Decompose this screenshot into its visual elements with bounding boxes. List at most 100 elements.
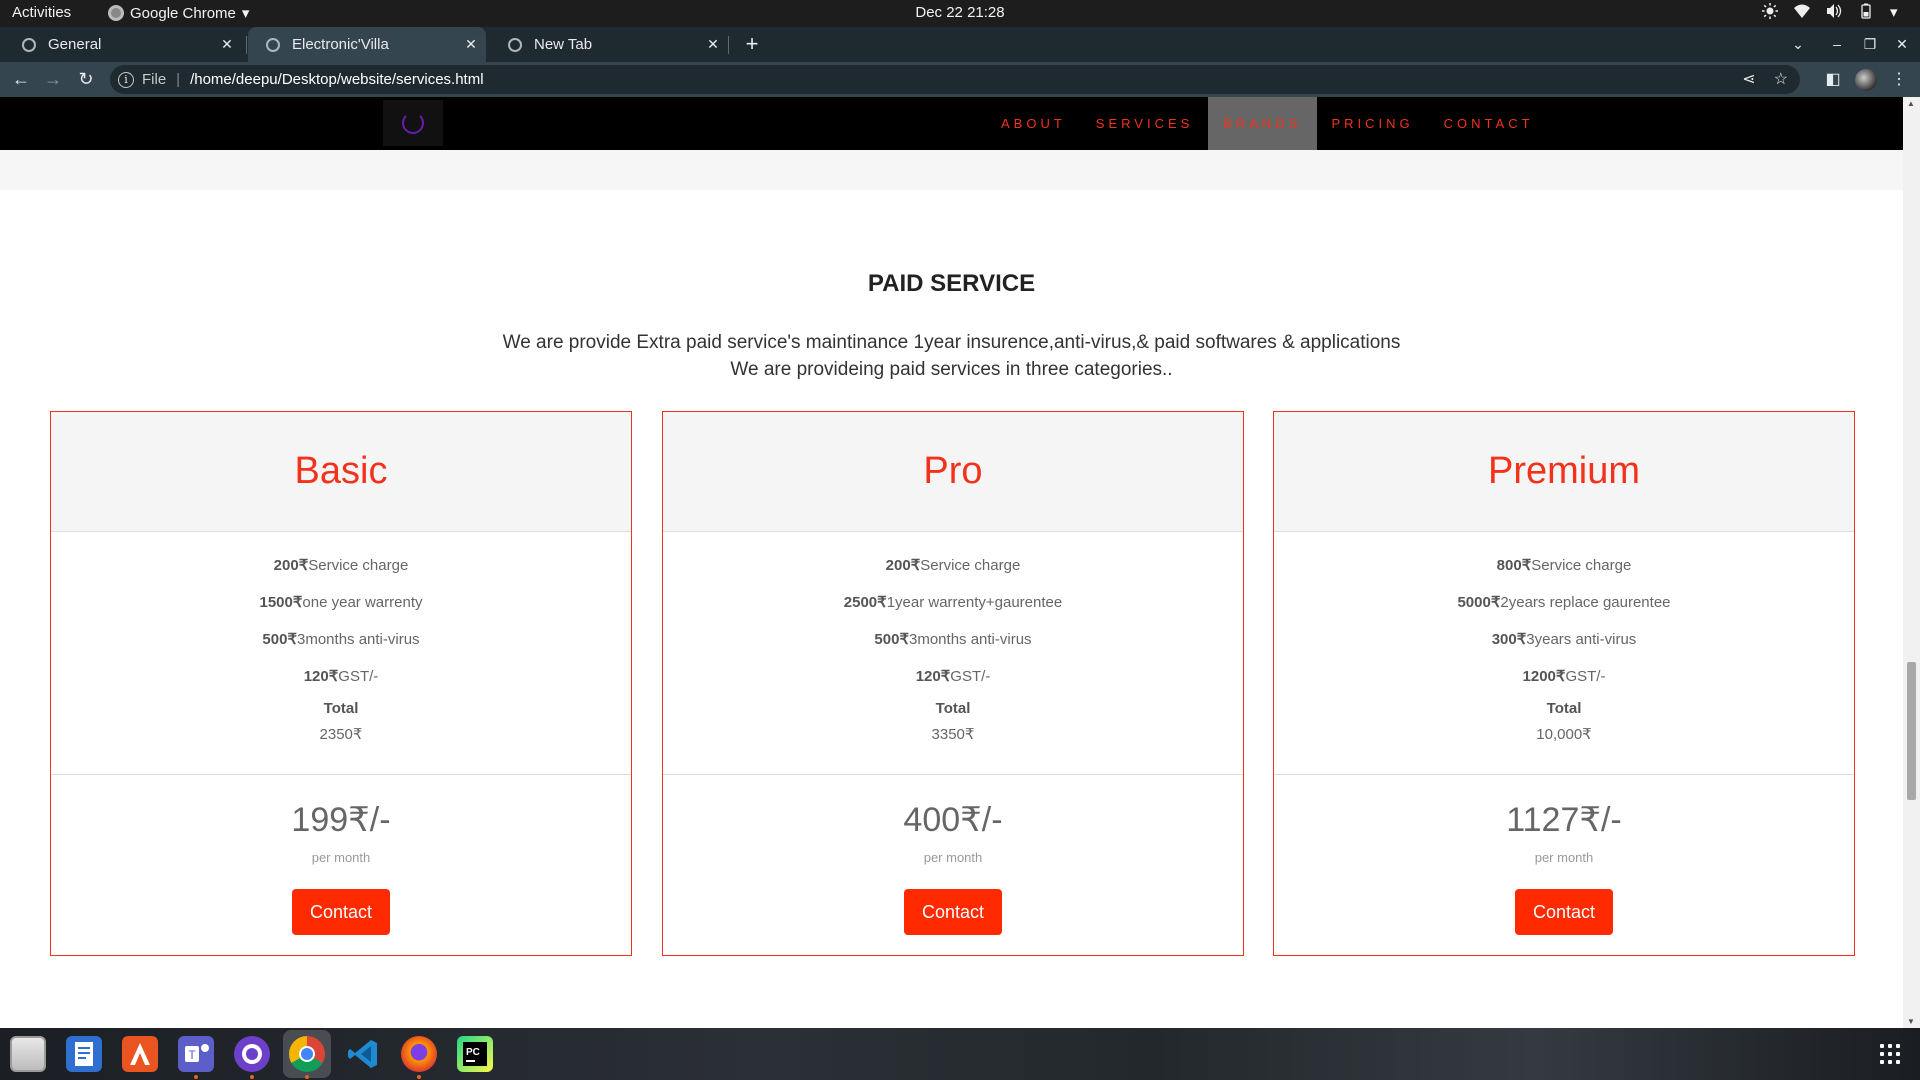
feature-text: one year warrenty — [302, 594, 423, 611]
plan-features: 200₹Service charge 1500₹one year warrent… — [51, 532, 631, 775]
activities-button[interactable]: Activities — [12, 4, 71, 21]
nav-link-contact[interactable]: CONTACT — [1429, 97, 1549, 150]
feature-amount: 500₹ — [874, 631, 909, 648]
url-divider: | — [176, 71, 181, 88]
tab-label: New Tab — [534, 36, 593, 53]
site-logo[interactable] — [383, 100, 443, 146]
tab-search-icon[interactable]: ⌄ — [1783, 27, 1813, 62]
taskbar-dock: T PC — [0, 1028, 1920, 1080]
close-window-icon[interactable]: ✕ — [1887, 27, 1917, 62]
teams-icon[interactable]: T — [178, 1036, 214, 1072]
firefox-icon[interactable] — [401, 1036, 437, 1072]
github-desktop-icon[interactable] — [234, 1036, 270, 1072]
reload-icon[interactable]: ↻ — [71, 62, 101, 97]
tab-label: General — [48, 36, 102, 53]
total-value: 10,000₹ — [1536, 726, 1592, 743]
feature-item: 120₹GST/- — [663, 658, 1243, 695]
app-menu[interactable]: Google Chrome ▾ — [108, 4, 249, 22]
feature-text: GST/- — [338, 668, 379, 685]
tab-divider — [728, 36, 729, 54]
share-icon[interactable]: ⋖ — [1742, 69, 1755, 89]
plan-card-pro: Pro 200₹Service charge 2500₹1year warren… — [662, 411, 1244, 956]
chrome-icon[interactable] — [289, 1036, 325, 1072]
close-tab-icon[interactable]: ✕ — [698, 36, 728, 53]
feature-amount: 500₹ — [262, 631, 297, 648]
volume-icon — [1826, 3, 1842, 19]
system-tray[interactable]: ▾ — [1762, 3, 1906, 21]
feature-amount: 200₹ — [273, 557, 309, 574]
clock[interactable]: Dec 22 21:28 — [0, 4, 1920, 21]
url-text[interactable]: /home/deepu/Desktop/website/services.htm… — [190, 71, 483, 88]
plan-features: 800₹Service charge 5000₹2years replace g… — [1274, 532, 1854, 775]
nav-link-services[interactable]: SERVICES — [1081, 97, 1209, 150]
page-scrollbar[interactable]: ▲ ▼ — [1903, 97, 1920, 1028]
chrome-icon — [108, 5, 124, 21]
total-label: Total — [323, 700, 359, 717]
total-value: 3350₹ — [931, 726, 975, 743]
battery-icon — [1858, 3, 1874, 19]
tab-electronic-villa[interactable]: Electronic'Villa ✕ — [248, 27, 486, 62]
running-indicator — [305, 1075, 309, 1079]
tab-new-tab[interactable]: New Tab ✕ — [490, 27, 728, 62]
running-indicator — [194, 1075, 198, 1079]
profile-avatar[interactable] — [1855, 69, 1877, 91]
scroll-up-arrow-icon[interactable]: ▲ — [1907, 99, 1915, 108]
scroll-down-arrow-icon[interactable]: ▼ — [1907, 1017, 1915, 1026]
section-title: PAID SERVICE — [867, 270, 1036, 297]
globe-icon — [266, 37, 280, 52]
contact-button-premium[interactable]: Contact — [1515, 889, 1613, 935]
description-line-2: We are provideing paid services in three… — [730, 359, 1173, 380]
bookmark-star-icon[interactable]: ☆ — [1774, 69, 1788, 89]
scrollbar-thumb[interactable] — [1907, 662, 1916, 800]
app-menu-label: Google Chrome — [130, 4, 236, 22]
plan-name: Pro — [923, 450, 983, 492]
feature-text: 3months anti-virus — [297, 631, 420, 648]
plan-card-basic: Basic 200₹Service charge 1500₹one year w… — [50, 411, 632, 956]
vscode-icon[interactable] — [345, 1036, 381, 1072]
plan-name: Basic — [294, 450, 388, 492]
contact-button-basic[interactable]: Contact — [292, 889, 390, 935]
feature-item: 120₹GST/- — [51, 658, 631, 695]
feature-text: 1year warrenty+gaurentee — [886, 594, 1063, 611]
side-panel-icon[interactable]: ◧ — [1818, 62, 1848, 97]
feature-text: 3months anti-virus — [909, 631, 1032, 648]
tab-general[interactable]: General ✕ — [4, 27, 242, 62]
kebab-menu-icon[interactable]: ⋮ — [1884, 62, 1914, 97]
text-editor-icon[interactable] — [66, 1036, 102, 1072]
section-description: We are provide Extra paid service's main… — [0, 329, 1903, 383]
feature-item: 300₹3years anti-virus — [1274, 621, 1854, 658]
site-nav-links: ABOUT SERVICES BRANDS PRICING CONTACT — [986, 97, 1549, 150]
system-top-bar: Activities Google Chrome ▾ Dec 22 21:28 … — [0, 0, 1920, 27]
tab-strip: General ✕ Electronic'Villa ✕ New Tab ✕ — [0, 27, 1920, 62]
address-bar[interactable]: i File | /home/deepu/Desktop/website/ser… — [110, 65, 1800, 94]
new-tab-button[interactable]: + — [738, 27, 766, 62]
feature-item: 500₹3months anti-virus — [51, 621, 631, 658]
maximize-icon[interactable]: ❐ — [1855, 27, 1885, 62]
loading-ring-icon — [402, 112, 424, 134]
tab-favicon-icon — [22, 37, 36, 52]
pycharm-icon[interactable]: PC — [457, 1036, 493, 1072]
browser-toolbar: ← → ↻ i File | /home/deepu/Desktop/websi… — [0, 62, 1920, 97]
minimize-icon[interactable]: – — [1822, 27, 1852, 62]
nav-link-about[interactable]: ABOUT — [986, 97, 1081, 150]
total-value: 2350₹ — [319, 726, 363, 743]
contact-button-pro[interactable]: Contact — [904, 889, 1002, 935]
feature-item: 1200₹GST/- — [1274, 658, 1854, 695]
nav-link-brands[interactable]: BRANDS — [1208, 97, 1317, 150]
description-line-1: We are provide Extra paid service's main… — [502, 332, 1401, 353]
running-indicator — [250, 1075, 254, 1079]
close-tab-icon[interactable]: ✕ — [212, 36, 242, 53]
back-arrow-icon[interactable]: ← — [6, 62, 36, 97]
plan-name: Premium — [1487, 450, 1641, 492]
close-tab-icon[interactable]: ✕ — [456, 36, 486, 53]
power-menu-icon: ▾ — [1890, 4, 1898, 21]
feature-item: 200₹Service charge — [51, 547, 631, 584]
forward-arrow-icon[interactable]: → — [38, 62, 68, 97]
files-icon[interactable] — [10, 1036, 46, 1072]
page-viewport: ABOUT SERVICES BRANDS PRICING CONTACT PA… — [0, 97, 1903, 1028]
feature-amount: 5000₹ — [1457, 594, 1501, 611]
show-applications-grid-icon[interactable] — [1880, 1044, 1900, 1064]
nav-link-pricing[interactable]: PRICING — [1317, 97, 1429, 150]
site-info-icon[interactable]: i — [118, 71, 134, 88]
software-center-icon[interactable] — [122, 1036, 158, 1072]
